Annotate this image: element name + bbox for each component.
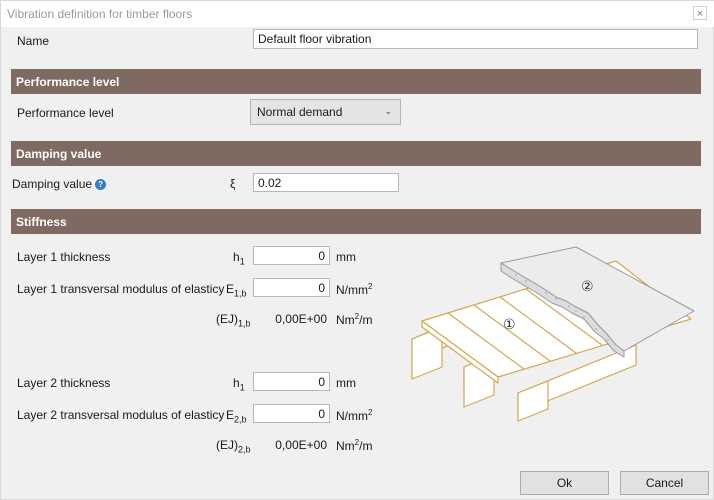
damping-symbol: ξ [230,177,236,191]
chevron-down-icon: ⌄ [384,106,392,116]
cancel-button[interactable]: Cancel [620,471,709,495]
layer2-thickness-symbol: h1 [233,376,245,393]
layer1-ej-unit: Nm2/m [336,312,373,327]
layer2-modulus-unit: N/mm2 [336,408,373,423]
layer2-ej-value: 0,00E+00 [275,438,327,452]
section-stiffness: Stiffness [11,209,701,234]
layer1-ej-symbol: (EJ)1,b [216,312,251,329]
joist-front-end [517,380,549,422]
name-label: Name [17,34,50,48]
layer1-modulus-label: Layer 1 transversal modulus of elasticy [17,282,225,296]
layer2-thickness-input[interactable] [253,372,330,391]
layer2-thickness-label: Layer 2 thickness [17,376,111,390]
help-icon[interactable]: ? [95,179,107,190]
layer2-modulus-input[interactable] [253,404,330,423]
layer-1-marker: ① [503,317,516,333]
damping-value-input[interactable] [253,173,399,192]
layer1-modulus-symbol: E1,b [226,282,247,299]
damping-value-text: Damping value [12,177,93,191]
section-damping-value: Damping value [11,141,701,166]
damping-value-label: Damping value? [12,177,107,191]
ok-button[interactable]: Ok [520,471,609,495]
performance-level-label: Performance level [17,106,114,120]
layer2-modulus-label: Layer 2 transversal modulus of elasticy [17,408,225,422]
layer1-modulus-input[interactable] [253,278,330,297]
layer2-thickness-unit: mm [336,376,356,390]
layer1-ej-value: 0,00E+00 [275,312,327,326]
layer1-thickness-input[interactable] [253,246,330,265]
title-bar: Vibration definition for timber floors × [1,1,714,27]
layer1-thickness-label: Layer 1 thickness [17,250,111,264]
name-input[interactable] [253,29,698,49]
layer-2-marker: ② [581,279,594,295]
window-title: Vibration definition for timber floors [7,7,193,21]
layer1-thickness-symbol: h1 [233,250,245,267]
layer1-modulus-unit: N/mm2 [336,282,373,297]
section-performance-level: Performance level [11,69,701,94]
layer1-thickness-unit: mm [336,250,356,264]
performance-level-value: Normal demand [257,105,343,119]
performance-level-select[interactable]: Normal demand ⌄ [250,99,401,125]
layer2-ej-symbol: (EJ)2,b [216,438,251,455]
timber-floor-illustration: ① ② [411,246,695,422]
layer2-ej-unit: Nm2/m [336,438,373,453]
close-button[interactable]: × [693,6,707,20]
dialog-window: Vibration definition for timber floors ×… [0,0,714,500]
layer2-modulus-symbol: E2,b [226,408,247,425]
